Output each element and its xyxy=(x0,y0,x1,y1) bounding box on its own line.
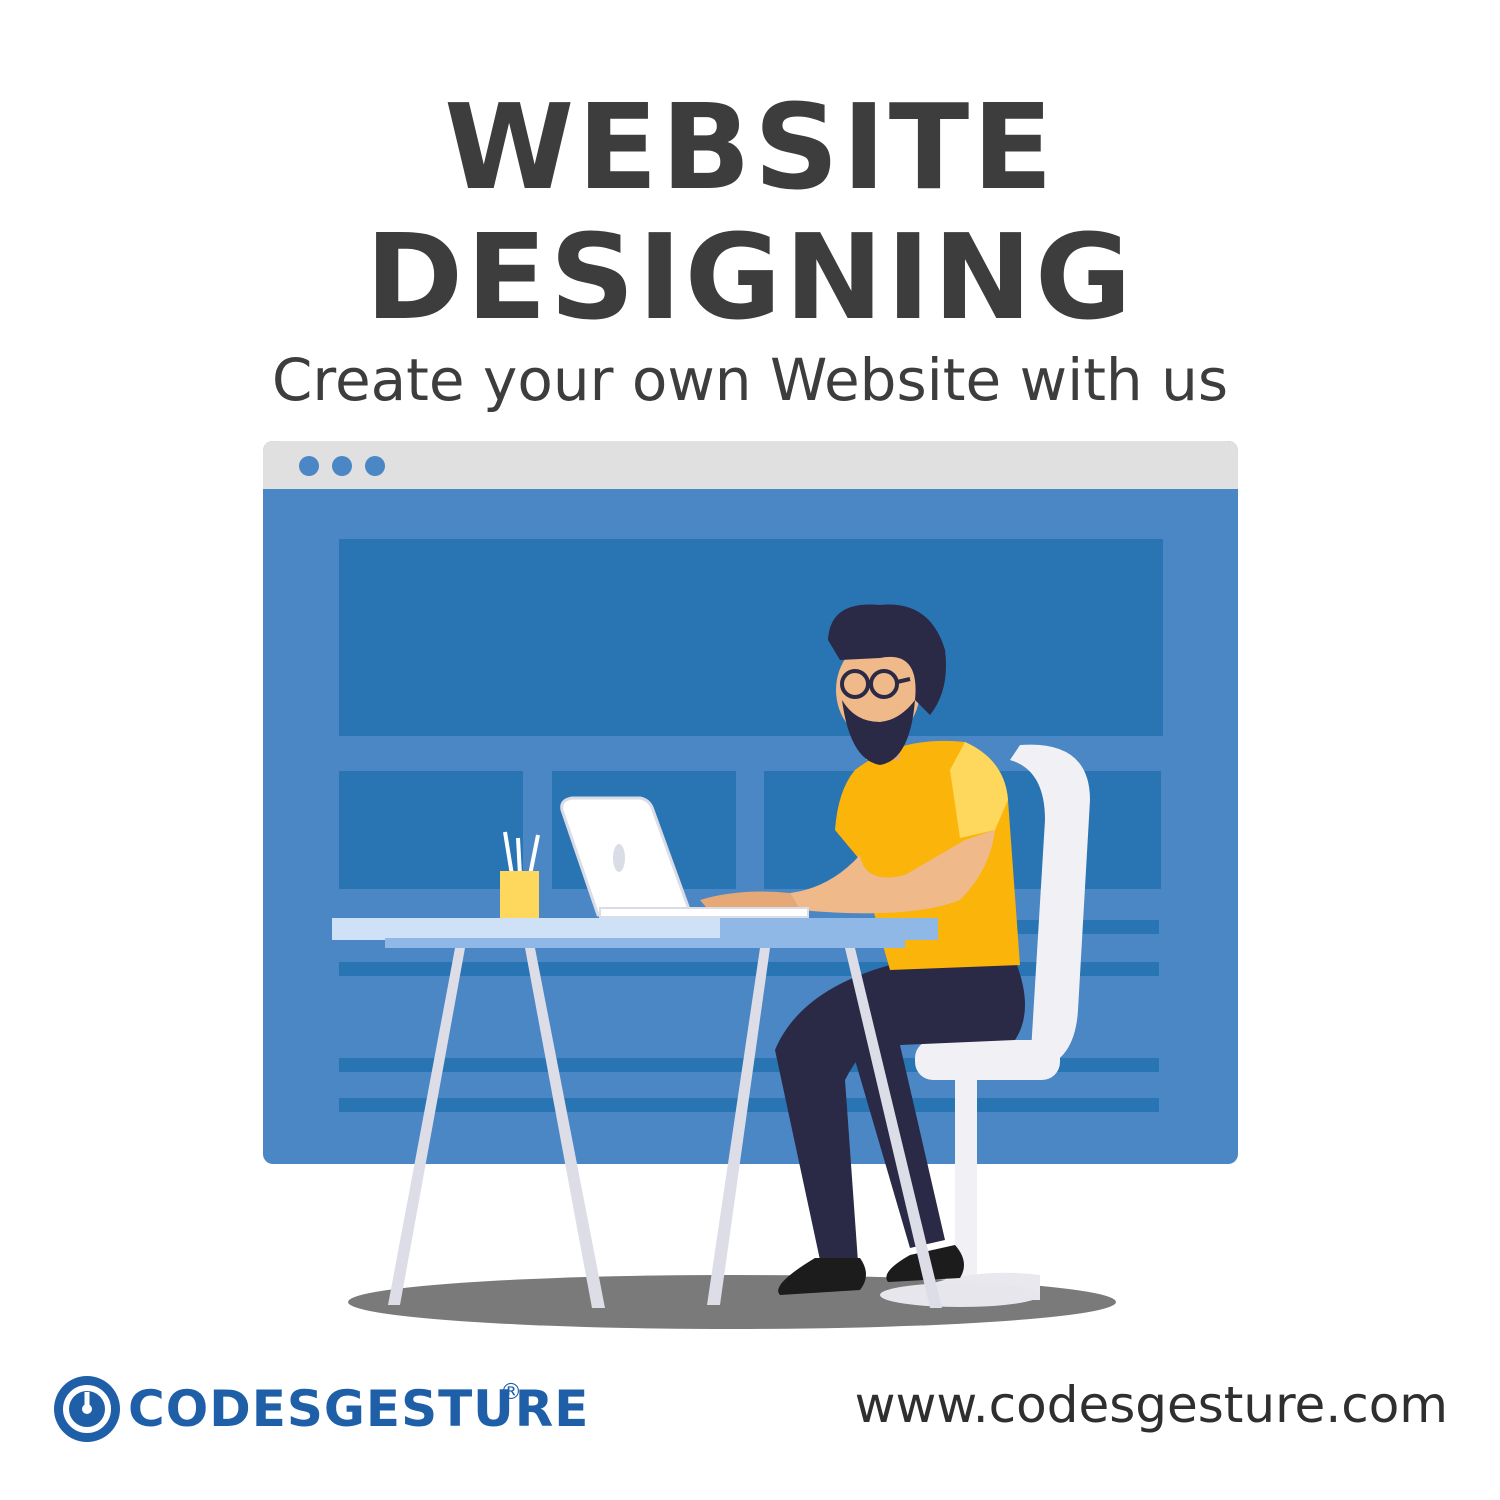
codesgesture-logo-icon xyxy=(54,1376,120,1442)
registered-mark: ® xyxy=(500,1380,522,1405)
window-dot-icon xyxy=(365,456,385,476)
website-design-illustration xyxy=(263,441,1238,1329)
window-dot-icon xyxy=(299,456,319,476)
website-url-link[interactable]: www.codesgesture.com xyxy=(855,1374,1448,1436)
window-dot-icon xyxy=(332,456,352,476)
